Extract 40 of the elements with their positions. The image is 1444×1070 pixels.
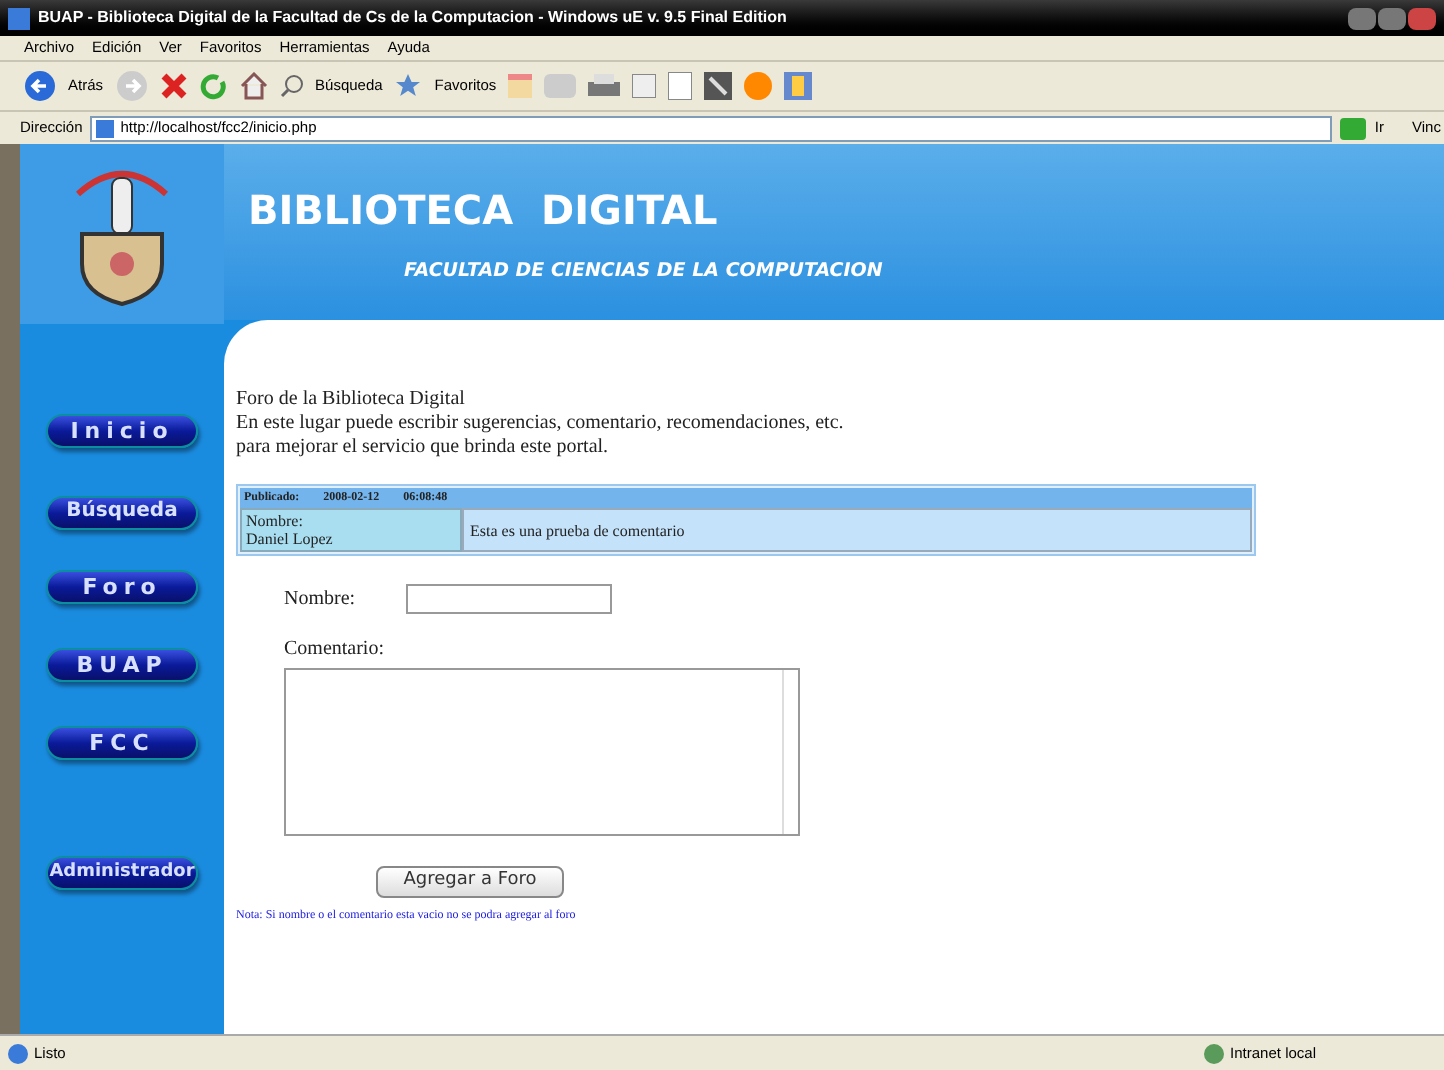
intro-text: para mejorar el servicio que brinda este portal. [236, 436, 611, 460]
comment-label: Comentario: [284, 636, 386, 664]
comment-field[interactable] [284, 668, 800, 836]
name-label: Nombre: [284, 586, 356, 614]
printer-icon[interactable] [588, 74, 621, 98]
window-title: BUAP - Biblioteca Digital de la Facultad de Cs de la Computacion - Windows uE v. 9.5 Final Edition [38, 6, 787, 30]
nav-button[interactable]: BUAP [46, 648, 198, 682]
circle-icon[interactable] [744, 72, 773, 100]
nav-button[interactable]: Búsqueda [46, 495, 198, 529]
star-icon[interactable] [394, 72, 423, 100]
page-icon [8, 1043, 28, 1063]
nav-button[interactable]: FCC [46, 726, 198, 760]
page-icon [96, 119, 115, 137]
stop-icon[interactable] [159, 72, 188, 100]
site-title: BIBLIOTECA DIGITAL [248, 189, 720, 230]
note-icon[interactable] [668, 72, 693, 100]
maximize-button[interactable] [1378, 7, 1406, 29]
network-icon [1204, 1043, 1225, 1063]
go-icon[interactable] [1340, 117, 1367, 139]
document-icon[interactable] [632, 74, 657, 98]
comment-cell: Esta es una prueba de comentario [462, 508, 1252, 552]
square-icon[interactable] [704, 72, 733, 100]
close-button[interactable] [1408, 7, 1436, 29]
minimize-button[interactable] [1348, 7, 1376, 29]
forward-icon[interactable] [115, 70, 148, 102]
nav-button[interactable]: Inicio [46, 414, 198, 448]
search-icon[interactable] [279, 74, 304, 98]
nav-button[interactable]: Foro [46, 570, 198, 604]
browser-icon [8, 7, 30, 29]
calendar-icon[interactable] [508, 74, 533, 98]
refresh-icon[interactable] [199, 72, 228, 100]
back-icon[interactable] [24, 70, 56, 102]
intro-text: En este lugar puede escribir sugerencias, comentario, recomendaciones, etc. [236, 412, 846, 436]
home-icon[interactable] [239, 72, 268, 100]
intro-text: Foro de la Biblioteca Digital [236, 388, 467, 412]
nav-button[interactable]: Administrador [46, 856, 198, 890]
name-field[interactable] [405, 584, 612, 614]
submit-button[interactable]: Agregar a Foro [376, 866, 564, 898]
site-subtitle: FACULTAD DE CIENCIAS DE LA COMPUTACION [402, 257, 885, 286]
author-cell: Nombre: Daniel Lopez [240, 508, 462, 552]
